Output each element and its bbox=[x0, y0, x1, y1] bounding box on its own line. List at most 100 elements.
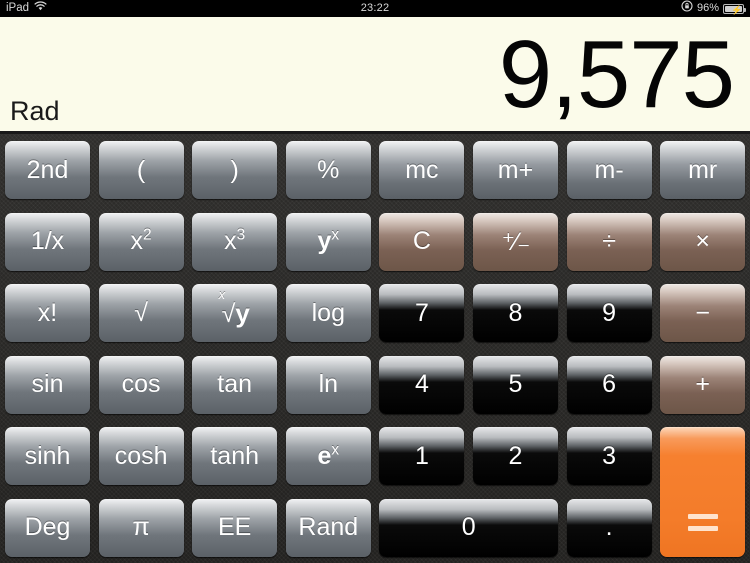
rotation-lock-icon bbox=[681, 0, 693, 18]
key-9[interactable]: 9 bbox=[566, 284, 652, 342]
key-dot-label: . bbox=[605, 513, 613, 541]
key-5-label: 5 bbox=[508, 370, 523, 398]
key-ee[interactable]: EE bbox=[192, 498, 278, 557]
key-yx[interactable]: yx bbox=[285, 212, 371, 271]
key-8-label: 8 bbox=[508, 298, 523, 327]
key-multiply[interactable]: × bbox=[660, 212, 746, 271]
key-sin-label: sin bbox=[31, 370, 64, 398]
key-cos[interactable]: cos bbox=[98, 355, 184, 414]
key-pi-label: π bbox=[132, 513, 150, 541]
key-0[interactable]: 0 bbox=[379, 498, 558, 557]
key-dot[interactable]: . bbox=[566, 498, 652, 557]
key-mr[interactable]: mr bbox=[660, 141, 746, 199]
key-3[interactable]: 3 bbox=[566, 427, 652, 485]
key-2nd-label: 2nd bbox=[26, 155, 69, 184]
key-deg[interactable]: Deg bbox=[5, 498, 90, 557]
key-ln[interactable]: ln bbox=[285, 355, 371, 414]
calculator-app: iPad 23:22 96% ⚡ 9,575 Rad 2nd () % mc … bbox=[0, 0, 750, 563]
key-tan-label: tan bbox=[217, 370, 253, 398]
key-rparen[interactable]: ) bbox=[192, 141, 278, 199]
key-equals-label bbox=[687, 513, 718, 531]
key-divide-label: ÷ bbox=[602, 227, 616, 255]
key-3-label: 3 bbox=[602, 441, 617, 470]
key-6[interactable]: 6 bbox=[566, 355, 652, 414]
status-bar-clock: 23:22 bbox=[360, 2, 390, 14]
key-1-label: 1 bbox=[414, 441, 429, 470]
key-sqrt[interactable]: √ bbox=[98, 284, 184, 342]
key-tan[interactable]: tan bbox=[192, 355, 278, 414]
key-1[interactable]: 1 bbox=[379, 427, 465, 485]
key-4-label: 4 bbox=[414, 370, 429, 398]
key-mminus[interactable]: m- bbox=[566, 141, 652, 199]
key-5[interactable]: 5 bbox=[473, 355, 558, 414]
key-lparen-label: ( bbox=[136, 155, 146, 184]
key-ee-label: EE bbox=[218, 513, 252, 541]
status-bar-right: 96% ⚡ bbox=[681, 0, 746, 18]
key-plus[interactable]: + bbox=[660, 355, 746, 414]
key-rand[interactable]: Rand bbox=[285, 498, 371, 557]
battery-charging-icon: ⚡ bbox=[723, 3, 746, 15]
key-6-label: 6 bbox=[602, 370, 617, 398]
key-plusminus-label: ⁺⁄₋ bbox=[501, 227, 531, 256]
battery-percent-label: 96% bbox=[696, 2, 719, 14]
key-mr-label: mr bbox=[688, 155, 718, 184]
key-ex[interactable]: ex bbox=[285, 427, 371, 485]
key-sqrt-label: √ bbox=[134, 298, 148, 327]
key-sinh-label: sinh bbox=[24, 441, 71, 470]
key-9-label: 9 bbox=[602, 298, 617, 327]
key-plus-label: + bbox=[695, 370, 710, 398]
key-fact-label: x! bbox=[37, 298, 58, 327]
key-mc-label: mc bbox=[405, 155, 439, 184]
key-mc[interactable]: mc bbox=[379, 141, 465, 199]
key-yx-label: yx bbox=[317, 226, 340, 255]
key-x2-label: x2 bbox=[130, 226, 152, 255]
key-fact[interactable]: x! bbox=[5, 284, 90, 342]
key-clear[interactable]: C bbox=[379, 212, 465, 271]
key-mplus-label: m+ bbox=[497, 155, 534, 184]
key-0-label: 0 bbox=[461, 513, 476, 541]
key-pct[interactable]: % bbox=[285, 141, 371, 199]
key-x3-label: x3 bbox=[224, 226, 246, 255]
key-sin[interactable]: sin bbox=[5, 355, 90, 414]
key-2[interactable]: 2 bbox=[473, 427, 558, 485]
key-x2[interactable]: x2 bbox=[98, 212, 184, 271]
key-cosh[interactable]: cosh bbox=[98, 427, 184, 485]
key-minus[interactable]: − bbox=[660, 284, 746, 342]
key-cos-label: cos bbox=[121, 370, 161, 398]
key-plusminus[interactable]: ⁺⁄₋ bbox=[473, 212, 558, 271]
key-equals[interactable] bbox=[660, 427, 746, 557]
key-lparen[interactable]: ( bbox=[98, 141, 184, 199]
key-rand-label: Rand bbox=[298, 513, 359, 541]
key-mplus[interactable]: m+ bbox=[473, 141, 558, 199]
key-cosh-label: cosh bbox=[114, 441, 168, 470]
key-log-label: log bbox=[311, 298, 345, 327]
key-minus-label: − bbox=[695, 298, 710, 327]
key-recip[interactable]: 1/x bbox=[5, 212, 90, 271]
key-xroot[interactable]: x √y bbox=[192, 284, 278, 342]
key-deg-label: Deg bbox=[24, 513, 71, 541]
key-rparen-label: ) bbox=[230, 155, 239, 184]
key-4[interactable]: 4 bbox=[379, 355, 465, 414]
angle-mode-indicator: Rad bbox=[10, 96, 60, 126]
keypad: 2nd ()% mc m+ m-mr 1/x x2 x3 yx C ⁺⁄₋ ÷ × x! √ x √y log 7 8… bbox=[0, 134, 750, 563]
status-bar: iPad 23:22 96% ⚡ bbox=[0, 0, 750, 17]
key-x3[interactable]: x3 bbox=[192, 212, 278, 271]
key-pi[interactable]: π bbox=[98, 498, 184, 557]
display-value: 9,575 bbox=[498, 21, 735, 128]
calculator-display: 9,575 Rad bbox=[0, 17, 750, 134]
key-tanh-label: tanh bbox=[210, 441, 260, 470]
key-2-label: 2 bbox=[508, 441, 523, 470]
key-sinh[interactable]: sinh bbox=[5, 427, 90, 485]
key-ln-label: ln bbox=[318, 370, 339, 398]
key-tanh[interactable]: tanh bbox=[192, 427, 278, 485]
key-mminus-label: m- bbox=[594, 155, 624, 184]
key-log[interactable]: log bbox=[285, 284, 371, 342]
key-8[interactable]: 8 bbox=[473, 284, 558, 342]
key-xroot-label: x √y bbox=[218, 286, 250, 328]
key-multiply-label: × bbox=[695, 227, 710, 255]
key-pct-label: % bbox=[317, 155, 340, 184]
key-7[interactable]: 7 bbox=[379, 284, 465, 342]
key-7-label: 7 bbox=[414, 298, 429, 327]
key-2nd[interactable]: 2nd bbox=[5, 141, 90, 199]
key-divide[interactable]: ÷ bbox=[566, 212, 652, 271]
